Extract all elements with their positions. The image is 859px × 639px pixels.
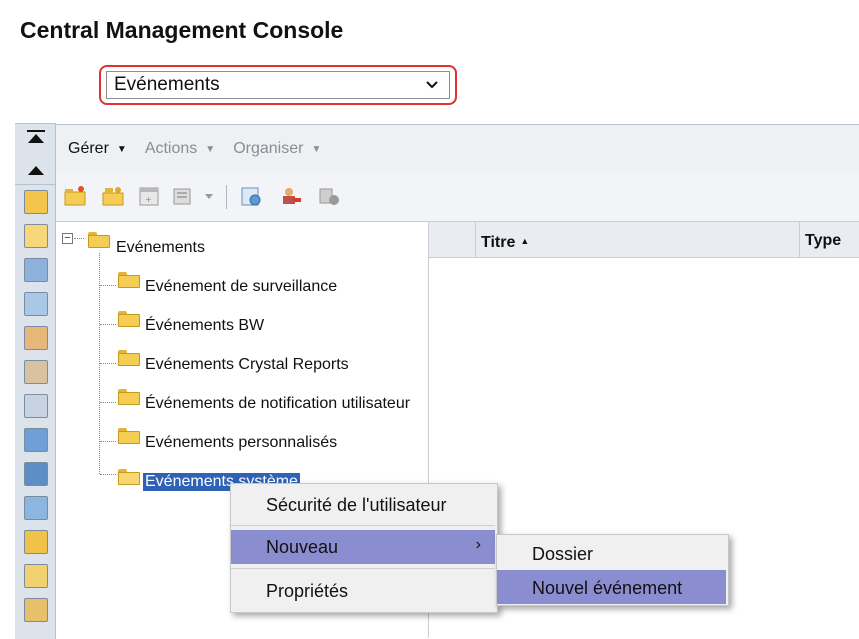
menu-actions-label: Actions <box>144 140 198 157</box>
move-icon[interactable] <box>318 185 340 207</box>
collapse-up-icon[interactable] <box>26 162 46 176</box>
submenu-new: Dossier Nouvel événement <box>496 534 729 606</box>
menu-item-new-event[interactable]: Nouvel événement <box>497 570 726 604</box>
inbox-icon[interactable] <box>24 394 48 418</box>
menu-item-new[interactable]: Nouveau › <box>231 530 495 564</box>
menu-item-properties[interactable]: Propriétés <box>231 574 495 608</box>
menu-item-user-security[interactable]: Sécurité de l'utilisateur <box>231 488 495 522</box>
user-security-icon[interactable] <box>280 185 302 207</box>
folder-icon <box>118 428 140 444</box>
tree-item-crystal-reports-events[interactable]: Evénements Crystal Reports <box>145 356 349 374</box>
menu-manage-label: Gérer <box>68 140 109 157</box>
tree-item-bw-events[interactable]: Événements BW <box>145 317 264 335</box>
caret-down-icon: ▼ <box>116 143 127 155</box>
toolbar: + <box>56 173 859 222</box>
servers-icon[interactable] <box>24 428 48 452</box>
caret-down-icon: ▼ <box>205 143 216 155</box>
folder-icon <box>118 350 140 366</box>
submenu-arrow-icon: › <box>475 536 481 553</box>
tree-item-custom-events[interactable]: Evénements personnalisés <box>145 434 337 452</box>
folder-icon <box>118 389 140 405</box>
server-groups-icon[interactable] <box>24 462 48 486</box>
list-header: Titre ▲ Type <box>429 222 859 258</box>
context-menu: Sécurité de l'utilisateur Nouveau › Prop… <box>230 483 498 613</box>
view-select-value: Evénements <box>114 74 220 95</box>
properties-icon[interactable] <box>172 185 194 207</box>
new-folder-icon[interactable] <box>64 185 86 207</box>
view-select[interactable]: Evénements <box>106 71 450 99</box>
open-folder-icon <box>118 469 140 485</box>
page-title: Central Management Console <box>20 17 344 43</box>
personal-categories-icon[interactable] <box>24 292 48 316</box>
access-levels-icon[interactable] <box>24 598 48 622</box>
left-navigation-strip <box>15 123 56 639</box>
collapse-tree-icon[interactable]: − <box>62 233 73 244</box>
menu-organize-label: Organiser <box>233 140 304 157</box>
schedule-icon[interactable] <box>240 185 262 207</box>
users-groups-icon[interactable] <box>24 326 48 350</box>
chevron-down-icon <box>425 72 439 107</box>
calendar-icon[interactable]: + <box>138 185 160 207</box>
new-subfolder-icon[interactable] <box>102 185 124 207</box>
user-access-icon[interactable] <box>24 360 48 384</box>
column-header-type[interactable]: Type <box>805 232 841 250</box>
folders-icon[interactable] <box>24 190 48 214</box>
categories-icon[interactable] <box>24 258 48 282</box>
svg-text:+: + <box>145 195 152 204</box>
folder-icon <box>118 272 140 288</box>
events-icon[interactable] <box>24 564 48 588</box>
caret-down-icon[interactable] <box>204 193 214 201</box>
column-header-title[interactable]: Titre ▲ <box>481 234 529 252</box>
menu-actions[interactable]: Actions ▼ <box>145 140 215 158</box>
folder-icon <box>88 232 110 248</box>
tree-root-events[interactable]: Evénements <box>116 239 205 257</box>
menu-item-folder[interactable]: Dossier <box>497 536 726 570</box>
caret-down-icon: ▼ <box>311 143 322 155</box>
menu-manage[interactable]: Gérer ▼ <box>68 140 127 158</box>
personal-folders-icon[interactable] <box>24 224 48 248</box>
applications-icon[interactable] <box>24 530 48 554</box>
sort-ascending-icon: ▲ <box>520 236 530 246</box>
folder-icon <box>118 311 140 327</box>
tree-item-user-notification-events[interactable]: Événements de notification utilisateur <box>145 395 410 413</box>
menu-organize[interactable]: Organiser ▼ <box>233 140 321 158</box>
view-select-highlight: Evénements <box>99 65 457 105</box>
menu-bar: Gérer ▼ Actions ▼ Organiser ▼ <box>56 124 859 174</box>
column-title-label: Titre <box>481 234 516 251</box>
collapse-top-icon[interactable] <box>26 130 46 144</box>
tree-item-monitoring-event[interactable]: Evénement de surveillance <box>145 278 337 296</box>
replication-icon[interactable] <box>24 496 48 520</box>
